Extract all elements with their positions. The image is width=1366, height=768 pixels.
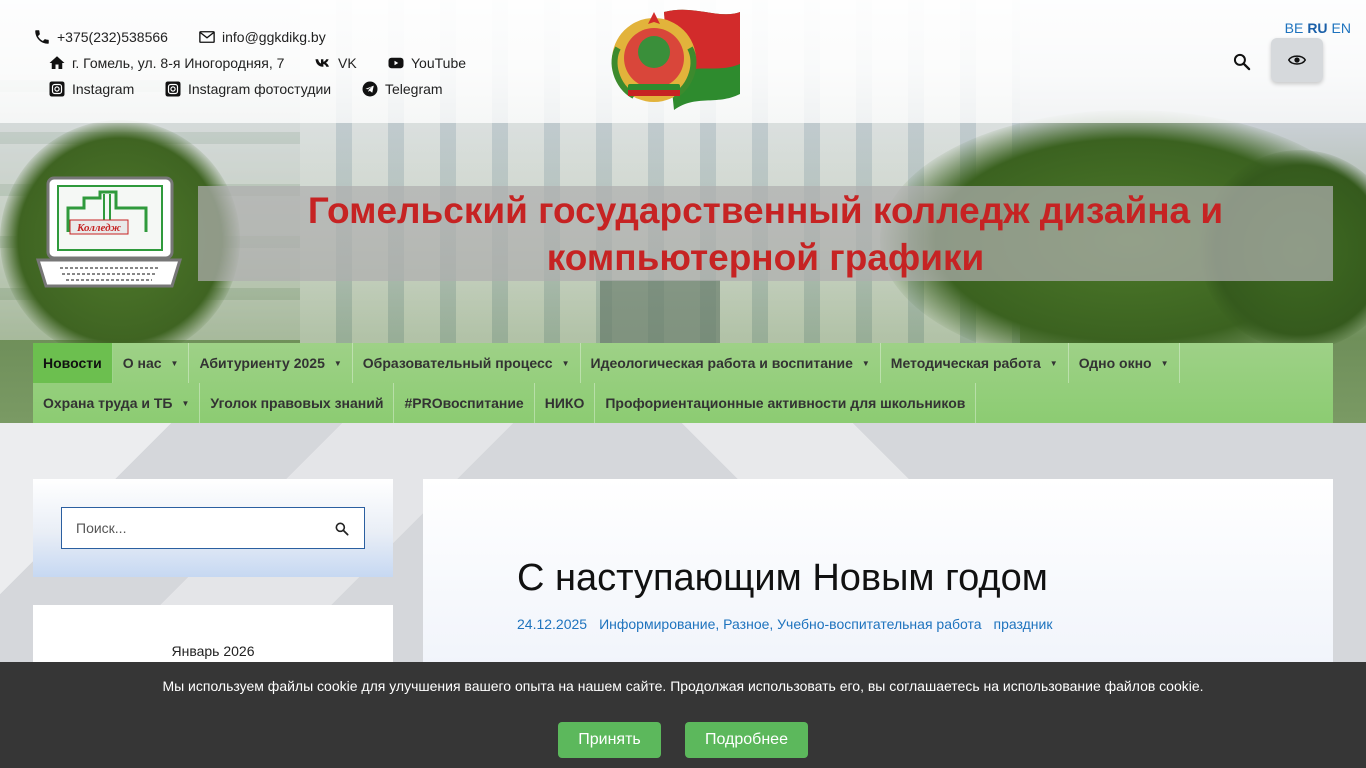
nav-item-row1-6[interactable]: Одно окно ▼ (1069, 343, 1180, 383)
nav-item-row1-5[interactable]: Методическая работа ▼ (881, 343, 1069, 383)
vk-icon (314, 54, 332, 72)
nav-item-label: Профориентационные активности для школьн… (605, 395, 966, 411)
sidebar-search-widget (33, 479, 393, 577)
home-icon (48, 54, 66, 72)
chevron-down-icon: ▼ (861, 358, 870, 368)
youtube-icon (387, 54, 405, 72)
chevron-down-icon: ▼ (181, 398, 190, 408)
nav-item-row2-3[interactable]: НИКО (535, 383, 596, 423)
nav-row-2: Охрана труда и ТБ ▼ Уголок правовых знаний… (33, 383, 977, 423)
cookie-consent-bar: Мы используем файлы cookie для улучшения… (0, 662, 1366, 768)
chevron-down-icon: ▼ (1049, 358, 1058, 368)
phone-text: +375(232)538566 (57, 29, 168, 45)
address-text: г. Гомель, ул. 8-я Иногородняя, 7 (72, 55, 285, 71)
nav-item-row1-2[interactable]: Абитуриенту 2025 ▼ (189, 343, 353, 383)
site-title-banner: Гомельский государственный колледж дизай… (198, 186, 1333, 281)
nav-item-row1-3[interactable]: Образовательный процесс ▼ (353, 343, 581, 383)
article-date[interactable]: 24.12.2025 (517, 616, 587, 632)
phone-link[interactable]: +375(232)538566 (33, 28, 168, 46)
nav-item-row1-0[interactable]: Новости (33, 343, 113, 383)
accessibility-button[interactable] (1271, 38, 1323, 82)
article-tag[interactable]: праздник (994, 616, 1053, 632)
chevron-down-icon: ▼ (333, 358, 342, 368)
search-input[interactable] (76, 520, 326, 536)
chevron-down-icon: ▼ (170, 358, 179, 368)
nav-item-label: Одно окно (1078, 355, 1152, 371)
nav-item-label: Идеологическая работа и воспитание (590, 355, 853, 371)
language-switcher: BE RU EN (1285, 20, 1351, 36)
instagram-icon (48, 80, 66, 98)
email-text: info@ggkdikg.by (222, 29, 326, 45)
accept-cookies-button[interactable]: Принять (558, 722, 661, 758)
nav-item-label: Образовательный процесс (362, 355, 553, 371)
nav-item-row2-2[interactable]: #PROвоспитание (394, 383, 535, 423)
college-logo[interactable]: Колледж (34, 172, 184, 294)
phone-icon (33, 28, 51, 46)
mail-icon (198, 28, 216, 46)
email-link[interactable]: info@ggkdikg.by (198, 28, 326, 46)
search-icon[interactable] (1232, 52, 1252, 72)
nav-item-label: #PROвоспитание (404, 395, 524, 411)
youtube-text: YouTube (411, 55, 467, 71)
instagram-photo-text: Instagram фотостудии (188, 81, 332, 97)
search-field-wrapper (61, 507, 365, 549)
instagram-text: Instagram (72, 81, 135, 97)
main-navigation: Новости О нас ▼ Абитуриенту 2025 ▼ Образовате… (33, 343, 1333, 423)
lang-be[interactable]: BE (1285, 20, 1304, 36)
calendar-caption: Январь 2026 (171, 643, 255, 659)
nav-item-row2-1[interactable]: Уголок правовых знаний (200, 383, 395, 423)
state-emblem-image (611, 9, 740, 111)
instagram-photo-link[interactable]: Instagram фотостудии (164, 80, 331, 98)
lang-en[interactable]: EN (1332, 20, 1351, 36)
nav-item-row2-0[interactable]: Охрана труда и ТБ ▼ (33, 383, 201, 423)
telegram-text: Telegram (385, 81, 443, 97)
nav-item-label: Методическая работа (890, 355, 1041, 371)
nav-item-label: НИКО (544, 395, 585, 411)
nav-item-label: Охрана труда и ТБ (43, 395, 173, 411)
telegram-icon (361, 80, 379, 98)
nav-item-label: О нас (122, 355, 162, 371)
chevron-down-icon: ▼ (1160, 358, 1169, 368)
eye-icon (1288, 55, 1306, 65)
instagram-link[interactable]: Instagram (48, 80, 134, 98)
address-link[interactable]: г. Гомель, ул. 8-я Иногородняя, 7 (48, 54, 284, 72)
lang-ru[interactable]: RU (1307, 20, 1327, 36)
nav-item-label: Уголок правовых знаний (210, 395, 384, 411)
site-title[interactable]: Гомельский государственный колледж дизай… (266, 187, 1266, 281)
search-submit-icon[interactable] (334, 521, 350, 537)
cookie-text: Мы используем файлы cookie для улучшения… (162, 678, 1204, 694)
nav-item-label: Абитуриенту 2025 (199, 355, 325, 371)
cookie-more-button[interactable]: Подробнее (685, 722, 808, 758)
article-categories[interactable]: Информирование, Разное, Учебно-воспитате… (599, 616, 981, 632)
vk-link[interactable]: VK (314, 54, 357, 72)
nav-item-row1-4[interactable]: Идеологическая работа и воспитание ▼ (581, 343, 881, 383)
vk-text: VK (338, 55, 357, 71)
chevron-down-icon: ▼ (561, 358, 570, 368)
article-meta: 24.12.2025 Информирование, Разное, Учебно… (517, 616, 1064, 632)
nav-item-row1-1[interactable]: О нас ▼ (113, 343, 190, 383)
nav-item-label: Новости (43, 355, 102, 371)
article-title[interactable]: С наступающим Новым годом (517, 557, 1048, 600)
instagram-icon (164, 80, 182, 98)
telegram-link[interactable]: Telegram (361, 80, 443, 98)
logo-text: Колледж (76, 222, 122, 234)
youtube-link[interactable]: YouTube (387, 54, 466, 72)
nav-row-1: Новости О нас ▼ Абитуриенту 2025 ▼ Образовате… (33, 343, 1180, 383)
nav-item-row2-4[interactable]: Профориентационные активности для школьн… (595, 383, 977, 423)
